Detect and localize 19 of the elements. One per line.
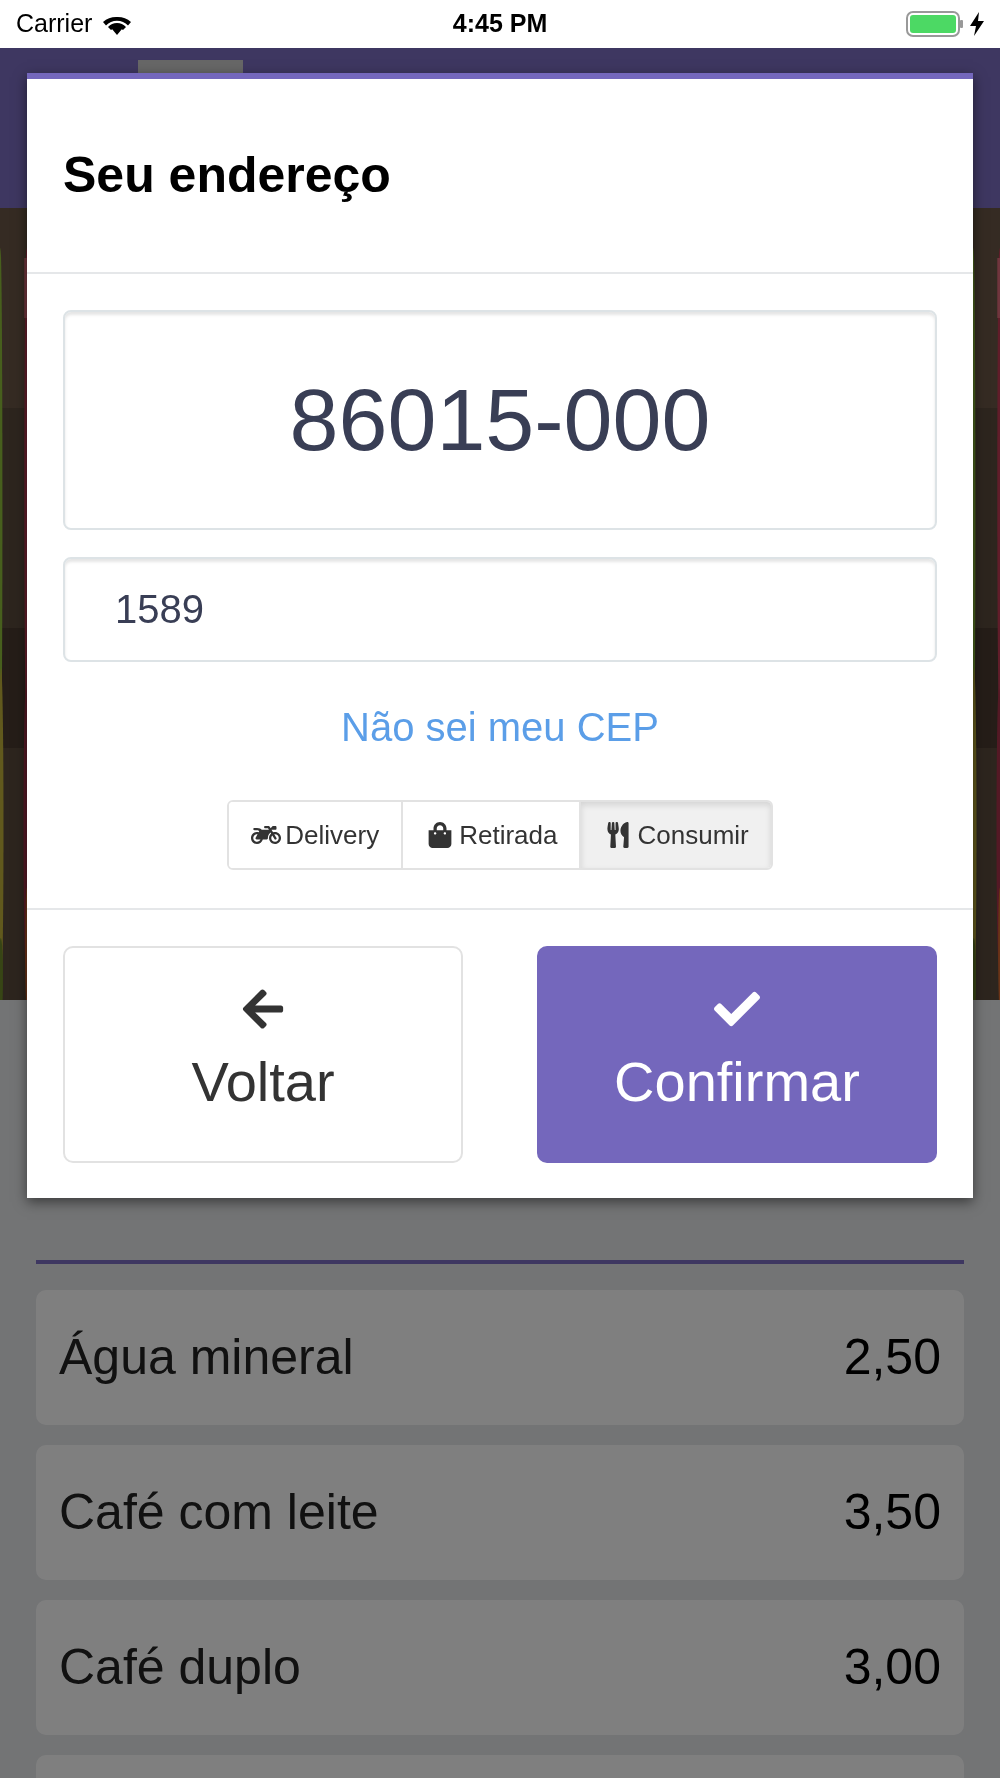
menu-item-card[interactable]: Água mineral 2,50 [36,1290,964,1425]
battery-icon [906,11,964,37]
item-price: 2,50 [843,1328,941,1387]
number-field[interactable]: 1589 [63,557,937,662]
item-name: Café com leite [59,1483,379,1542]
clock-time: 4:45 PM [452,8,548,40]
mode-tab[interactable]: Consumir [579,802,771,868]
item-name: Água mineral [59,1328,354,1387]
carrier-name: Carrier [16,8,93,40]
dialog-title: Seu endereço [63,146,391,205]
charging-bolt-icon [970,12,984,36]
item-price: 3,00 [843,1638,941,1697]
back-button[interactable]: Voltar [63,946,463,1163]
menu-item-card[interactable]: Café duplo 3,00 [36,1600,964,1735]
confirm-button[interactable]: Confirmar [537,946,937,1163]
item-price: 3,50 [843,1483,941,1542]
cep-field[interactable]: 86015-000 [63,310,937,530]
item-name: Café duplo [59,1638,301,1697]
menu-item-card[interactable]: Café com leite 3,50 [36,1445,964,1580]
